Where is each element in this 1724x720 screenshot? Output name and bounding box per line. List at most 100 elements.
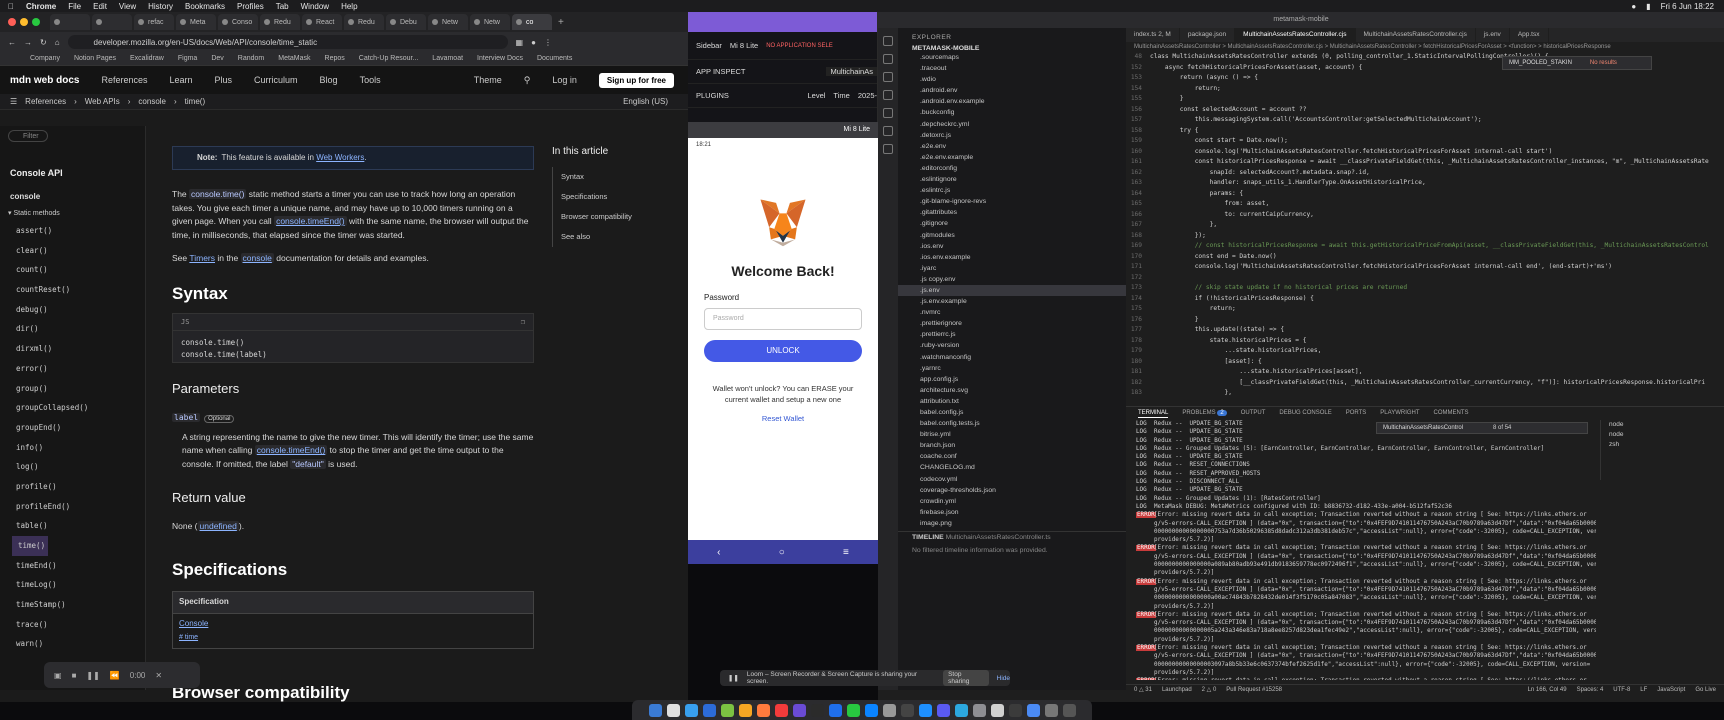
line-number[interactable]: 163 [1126,178,1150,189]
language-select[interactable]: English (US) [623,97,688,106]
line-number[interactable]: 167 [1126,220,1150,231]
explorer-file[interactable]: codecov.yml [898,474,1126,485]
explorer-file[interactable]: .ios.env [898,241,1126,252]
explorer-file[interactable]: .prettierignore [898,318,1126,329]
back-icon[interactable]: ← [8,38,16,47]
line-number[interactable]: 175 [1126,304,1150,315]
line-number[interactable]: 172 [1126,273,1150,284]
sidebar-method-item[interactable]: info() [16,438,145,458]
editor-breadcrumb[interactable]: MultichainAssetsRatesController > Multic… [1126,42,1724,52]
bookmark-random[interactable]: Random [238,55,264,62]
explorer-file[interactable]: firebase.json [898,507,1126,518]
line-number[interactable]: 171 [1126,262,1150,273]
chrome-tab[interactable]: Conso [218,14,258,30]
nav-tools[interactable]: Tools [360,75,381,85]
sidebar-method-item[interactable]: time() [12,536,48,556]
line-number[interactable]: 154 [1126,84,1150,95]
dock-app-icon[interactable] [810,703,824,717]
mdn-logo[interactable]: mdn web docs [10,75,79,86]
spec-console-link[interactable]: Console [179,619,208,628]
line-number[interactable]: 168 [1126,231,1150,242]
status-eol[interactable]: LF [1640,685,1647,696]
chrome-tab[interactable] [92,14,132,30]
wifi-icon[interactable]: ● [1631,2,1636,11]
line-number[interactable]: 184 [1126,399,1150,401]
dock-app-icon[interactable] [774,703,788,717]
line-number[interactable]: 157 [1126,115,1150,126]
status-go-live[interactable]: Go Live [1695,685,1716,696]
explorer-file[interactable]: .js.env.example [898,296,1126,307]
explorer-file[interactable]: app.config.js [898,374,1126,385]
explorer-file[interactable]: .detoxrc.js [898,130,1126,141]
stop-icon[interactable]: ■ [72,671,77,680]
line-number[interactable]: 180 [1126,357,1150,368]
explorer-file[interactable]: .git-blame-ignore-revs [898,196,1126,207]
menubar-item-help[interactable]: Help [341,2,357,11]
sidebar-method-item[interactable]: countReset() [16,280,145,300]
dock-app-icon[interactable] [648,703,662,717]
line-number[interactable]: 160 [1126,147,1150,158]
sidebar-method-item[interactable]: dir() [16,319,145,339]
code-editor[interactable]: 48 class MultichainAssetsRatesController … [1126,52,1724,400]
dock-app-icon[interactable] [792,703,806,717]
explorer-file[interactable]: .wdio [898,74,1126,85]
theme-toggle[interactable]: Theme [474,75,502,85]
tab-problems[interactable]: PROBLEMS 2 [1182,407,1227,418]
sidebar-method-item[interactable]: dirxml() [16,339,145,359]
bookmark-excalidraw[interactable]: Excalidraw [130,55,164,62]
explorer-file[interactable]: .ios.env.example [898,252,1126,263]
line-number[interactable]: 179 [1126,346,1150,357]
line-number[interactable]: 152 [1126,63,1150,74]
bookmark-documents[interactable]: Documents [537,55,572,62]
explorer-file[interactable]: .traceout [898,63,1126,74]
terminal-find-input[interactable]: MultichainAssetsRatesControl [1383,425,1463,431]
explorer-file[interactable]: .ruby-version [898,340,1126,351]
line-number[interactable]: 155 [1126,94,1150,105]
stop-sharing-button[interactable]: Stop sharing [943,670,989,686]
dock-app-icon[interactable] [918,703,932,717]
menu-kebab-icon[interactable]: ⋮ [544,38,552,47]
sidebar-method-item[interactable]: group() [16,379,145,399]
dock-app-icon[interactable] [972,703,986,717]
sidebar-method-item[interactable]: trace() [16,615,145,635]
terminal-instance[interactable]: zsh [1609,440,1710,450]
reset-wallet-link[interactable]: Reset Wallet [688,414,878,423]
status-pull-request[interactable]: Pull Request #15258 [1226,685,1282,696]
menubar-clock[interactable]: Fri 6 Jun 18:22 [1661,2,1714,11]
bookmark-company[interactable]: Company [30,55,60,62]
tab-comments[interactable]: COMMENTS [1434,407,1469,418]
extensions-icon[interactable]: ▦ [516,38,524,47]
sidebar-method-item[interactable]: groupEnd() [16,418,145,438]
chrome-tab[interactable]: Debu [386,14,426,30]
chrome-tab-active[interactable]: co [512,14,552,30]
menubar-item-tab[interactable]: Tab [276,2,289,11]
nav-references[interactable]: References [101,75,147,85]
toc-see-also[interactable]: See also [552,227,662,247]
explorer-file[interactable]: babel.config.tests.js [898,418,1126,429]
breadcrumb-time[interactable]: time() [185,97,205,106]
editor-tab[interactable]: js.env [1476,28,1510,42]
pause-icon[interactable]: ❚❚ [86,671,99,680]
explorer-file[interactable]: .nvmrc [898,307,1126,318]
sidebar-console-link[interactable]: console [0,192,145,201]
menubar-item-edit[interactable]: Edit [93,2,107,11]
console-link[interactable]: console [240,253,274,264]
chrome-tab[interactable]: Redu [260,14,300,30]
menubar-app-name[interactable]: Chrome [26,2,56,11]
explorer-file[interactable]: .js copy.env [898,274,1126,285]
editor-tab[interactable]: MultichainAssetsRatesController.cjs [1356,28,1476,42]
sidebar-method-item[interactable]: count() [16,260,145,280]
explorer-file[interactable]: .gitmodules [898,230,1126,241]
explorer-file[interactable]: attribution.txt [898,396,1126,407]
explorer-icon[interactable] [883,36,893,46]
line-number[interactable]: 166 [1126,210,1150,221]
terminal-find-widget[interactable]: MultichainAssetsRatesControl 8 of 54 [1376,422,1588,434]
bookmark-interview[interactable]: Interview Docs [477,55,523,62]
tab-output[interactable]: OUTPUT [1241,407,1266,418]
explorer-file[interactable]: .e2e.env [898,141,1126,152]
toc-specifications[interactable]: Specifications [552,187,662,207]
status-indent[interactable]: Spaces: 4 [1577,685,1604,696]
bookmark-figma[interactable]: Figma [178,55,197,62]
chrome-tab[interactable]: React [302,14,342,30]
sidebar-method-item[interactable]: timeStamp() [16,595,145,615]
